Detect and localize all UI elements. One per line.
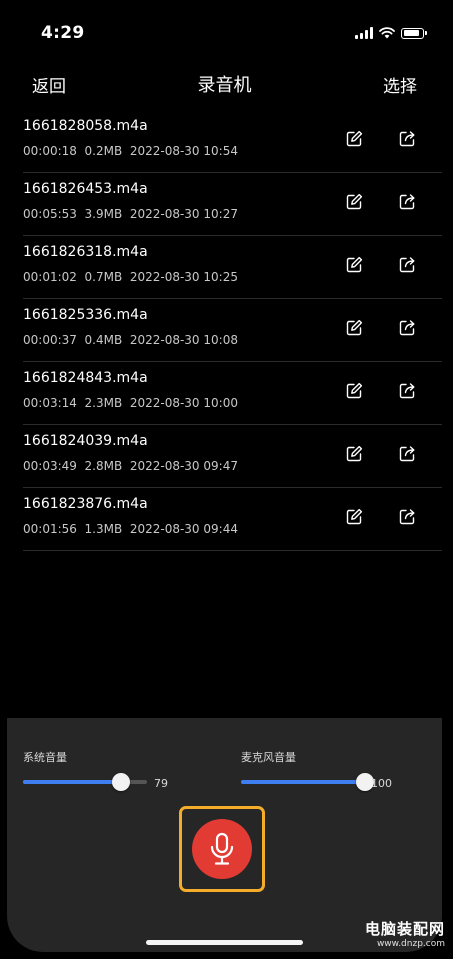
recording-row[interactable]: 1661826453.m4a 00:05:53 3.9MB 2022-08-30 …	[23, 173, 442, 236]
select-button[interactable]: 选择	[383, 72, 417, 97]
recording-meta: 00:05:53 3.9MB 2022-08-30 10:27	[23, 207, 238, 221]
status-time: 4:29	[41, 23, 85, 43]
edit-icon[interactable]	[346, 193, 363, 210]
recording-name: 1661824843.m4a	[23, 370, 148, 386]
edit-icon[interactable]	[346, 130, 363, 147]
recording-row[interactable]: 1661823876.m4a 00:01:56 1.3MB 2022-08-30 …	[23, 488, 442, 551]
recording-row[interactable]: 1661824039.m4a 00:03:49 2.8MB 2022-08-30 …	[23, 425, 442, 488]
recording-meta: 00:00:18 0.2MB 2022-08-30 10:54	[23, 144, 238, 158]
edit-icon[interactable]	[346, 382, 363, 399]
edit-icon[interactable]	[346, 319, 363, 336]
record-button[interactable]	[192, 819, 252, 879]
battery-icon	[401, 27, 427, 39]
system-volume-slider[interactable]	[23, 773, 147, 791]
recording-meta: 00:01:02 0.7MB 2022-08-30 10:25	[23, 270, 238, 284]
recording-meta: 00:01:56 1.3MB 2022-08-30 09:44	[23, 522, 238, 536]
share-icon[interactable]	[399, 382, 416, 399]
record-button-highlight	[179, 806, 265, 892]
recording-name: 1661826453.m4a	[23, 181, 148, 197]
system-volume-label: 系统音量	[23, 751, 67, 764]
share-icon[interactable]	[399, 319, 416, 336]
recording-meta: 00:00:37 0.4MB 2022-08-30 10:08	[23, 333, 238, 347]
status-bar: 4:29	[7, 7, 442, 59]
share-icon[interactable]	[399, 508, 416, 525]
recording-row[interactable]: 1661825336.m4a 00:00:37 0.4MB 2022-08-30 …	[23, 299, 442, 362]
edit-icon[interactable]	[346, 508, 363, 525]
recordings-list: 1661828058.m4a 00:00:18 0.2MB 2022-08-30 …	[7, 110, 442, 551]
system-volume-value: 79	[154, 777, 168, 790]
share-icon[interactable]	[399, 256, 416, 273]
status-icons	[355, 26, 427, 40]
wifi-icon	[379, 27, 395, 39]
home-indicator[interactable]	[146, 940, 303, 945]
recording-row[interactable]: 1661828058.m4a 00:00:18 0.2MB 2022-08-30 …	[23, 110, 442, 173]
recording-name: 1661825336.m4a	[23, 307, 148, 323]
recording-meta: 00:03:14 2.3MB 2022-08-30 10:00	[23, 396, 238, 410]
edit-icon[interactable]	[346, 445, 363, 462]
mic-volume-value: 100	[371, 777, 392, 790]
watermark: 电脑装配网 www.dnzp.com	[365, 918, 445, 949]
control-panel: 系统音量 79 麦克风音量 100	[7, 718, 442, 952]
app-screen: 4:29 返回 录音机 选择 1661828058.m4a 00:00:18 0…	[7, 7, 442, 952]
recording-name: 1661824039.m4a	[23, 433, 148, 449]
share-icon[interactable]	[399, 193, 416, 210]
microphone-icon	[210, 832, 234, 865]
cellular-signal-icon	[355, 27, 373, 39]
system-volume-thumb[interactable]	[112, 773, 130, 791]
edit-icon[interactable]	[346, 256, 363, 273]
recording-meta: 00:03:49 2.8MB 2022-08-30 09:47	[23, 459, 238, 473]
recording-name: 1661826318.m4a	[23, 244, 148, 260]
recording-name: 1661828058.m4a	[23, 118, 148, 134]
watermark-title: 电脑装配网	[364, 920, 445, 938]
phone-frame: 4:29 返回 录音机 选择 1661828058.m4a 00:00:18 0…	[0, 0, 453, 959]
mic-volume-label: 麦克风音量	[241, 751, 296, 764]
recording-row[interactable]: 1661824843.m4a 00:03:14 2.3MB 2022-08-30 …	[23, 362, 442, 425]
mic-volume-slider[interactable]	[241, 773, 374, 791]
recording-name: 1661823876.m4a	[23, 496, 148, 512]
page-title: 录音机	[197, 75, 252, 96]
recording-row[interactable]: 1661826318.m4a 00:01:02 0.7MB 2022-08-30 …	[23, 236, 442, 299]
share-icon[interactable]	[399, 130, 416, 147]
nav-bar: 返回 录音机 选择	[7, 65, 442, 99]
share-icon[interactable]	[399, 445, 416, 462]
watermark-url: www.dnzp.com	[376, 939, 445, 949]
